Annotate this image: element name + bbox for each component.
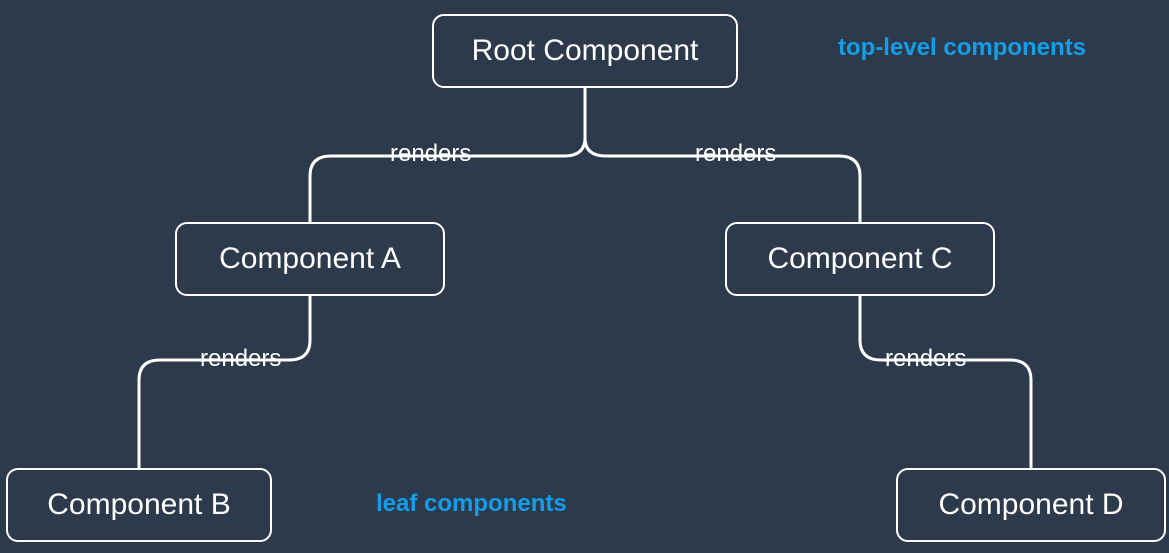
annotation-leaf: leaf components	[376, 490, 567, 518]
edge-label-c-d: renders	[885, 345, 966, 373]
node-root-label: Root Component	[472, 34, 699, 67]
node-a-label: Component A	[219, 242, 401, 275]
node-component-a: Component A	[175, 222, 445, 296]
node-d-label: Component D	[938, 488, 1123, 521]
node-component-b: Component B	[6, 468, 272, 542]
node-component-d: Component D	[896, 468, 1166, 542]
edge-label-root-a: renders	[390, 140, 471, 168]
node-b-label: Component B	[47, 488, 230, 521]
node-c-label: Component C	[767, 242, 952, 275]
node-component-c: Component C	[725, 222, 995, 296]
edge-label-a-b: renders	[200, 345, 281, 373]
edge-label-root-c: renders	[695, 140, 776, 168]
node-root: Root Component	[432, 14, 738, 88]
annotation-top-level: top-level components	[838, 34, 1086, 62]
